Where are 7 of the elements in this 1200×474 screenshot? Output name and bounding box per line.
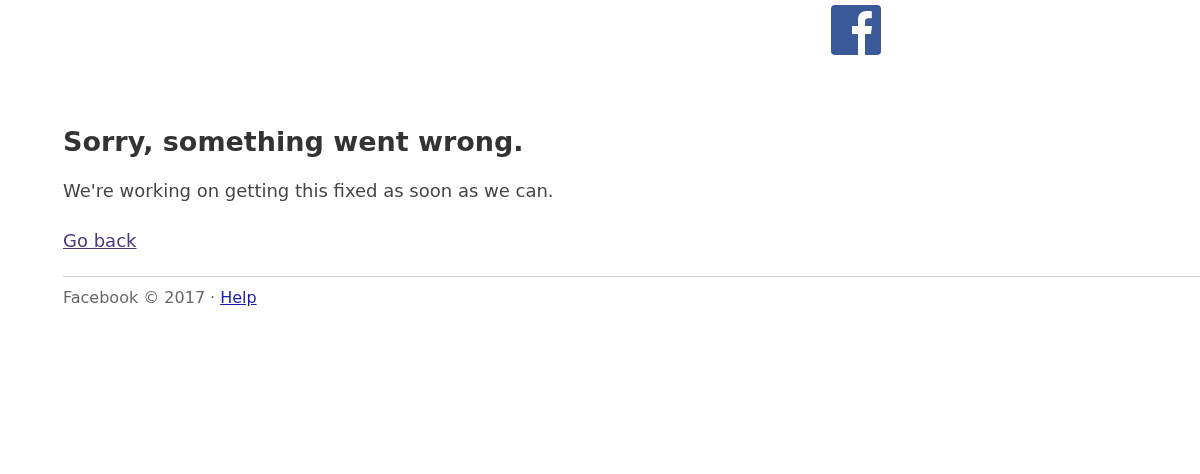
logo-icon: [831, 5, 881, 55]
separator-dot: ·: [210, 287, 216, 309]
error-message: We're working on getting this fixed as soon as we can.: [63, 179, 554, 203]
copyright-text: Facebook © 2017: [63, 287, 206, 309]
go-back-link[interactable]: Go back: [63, 229, 137, 253]
help-link[interactable]: Help: [220, 287, 257, 309]
error-title: Sorry, something went wrong.: [63, 125, 524, 159]
